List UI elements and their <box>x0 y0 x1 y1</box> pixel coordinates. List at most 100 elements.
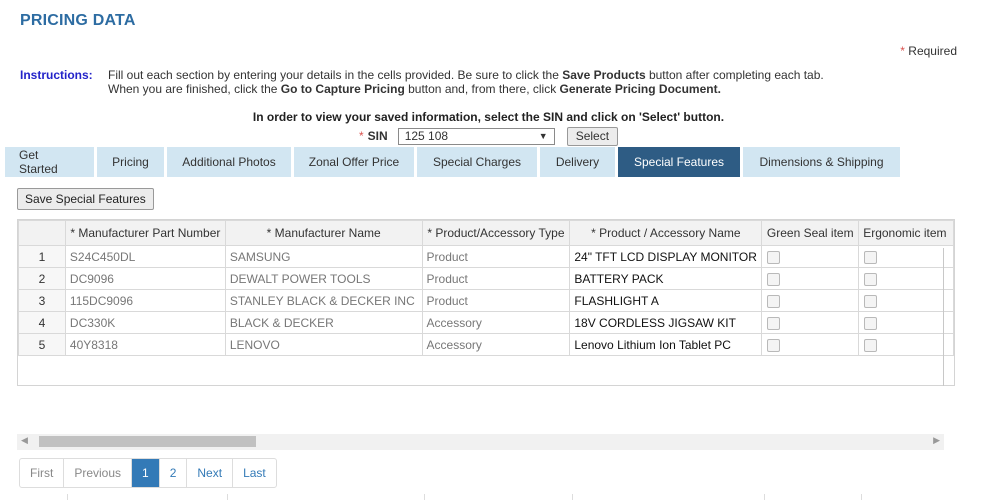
horizontal-scrollbar[interactable]: ◀ ▶ <box>17 434 944 450</box>
green-seal-cell <box>761 245 860 268</box>
sin-note: In order to view your saved information,… <box>252 110 725 124</box>
chevron-down-icon: ▼ <box>538 131 548 141</box>
column-header-product-name[interactable]: * Product / Accessory Name <box>569 220 763 246</box>
tab-zonal-offer-price[interactable]: Zonal Offer Price <box>294 147 414 177</box>
tab-pricing[interactable]: Pricing <box>97 147 164 177</box>
features-table: * Manufacturer Part Number * Manufacture… <box>18 220 954 356</box>
pagination-page-2[interactable]: 2 <box>160 459 188 487</box>
manufacturer-cell: BLACK & DECKER <box>224 311 423 334</box>
ergonomic-cell <box>858 289 954 312</box>
part-number-cell: 40Y8318 <box>64 333 226 356</box>
ergonomic-cell <box>858 267 954 290</box>
green-seal-checkbox[interactable] <box>767 294 781 308</box>
instructions-text-part: When you are finished, click the <box>108 82 281 96</box>
table-header-row: * Manufacturer Part Number * Manufacture… <box>18 220 954 246</box>
table-row: 4 DC330K BLACK & DECKER Accessory 18V CO… <box>18 311 954 334</box>
pagination-first[interactable]: First <box>20 459 65 487</box>
table-row: 1 S24C450DL SAMSUNG Product 24" TFT LCD … <box>18 245 954 268</box>
divider <box>861 494 862 500</box>
pagination-previous[interactable]: Previous <box>64 459 133 487</box>
column-header-ergonomic[interactable]: Ergonomic item <box>858 220 954 246</box>
type-cell: Accessory <box>421 333 571 356</box>
column-header-type[interactable]: * Product/Accessory Type <box>421 220 571 246</box>
ergonomic-checkbox[interactable] <box>864 338 878 352</box>
pagination-page-1[interactable]: 1 <box>132 459 160 487</box>
tab-additional-photos[interactable]: Additional Photos <box>167 147 291 177</box>
type-cell: Product <box>421 289 571 312</box>
pagination-next[interactable]: Next <box>187 459 234 487</box>
green-seal-cell <box>761 289 860 312</box>
tab-get-started[interactable]: Get Started <box>5 147 94 177</box>
column-header-green-seal[interactable]: Green Seal item <box>761 220 860 246</box>
tab-special-features[interactable]: Special Features <box>618 147 740 177</box>
ergonomic-cell <box>858 245 954 268</box>
pagination: First Previous 1 2 Next Last <box>19 458 277 488</box>
instructions-line-2: When you are finished, click the Go to C… <box>108 82 968 96</box>
row-number: 5 <box>18 333 66 356</box>
type-cell: Product <box>421 245 571 268</box>
product-name-cell: Lenovo Lithium Ion Tablet PC <box>569 333 763 356</box>
ergonomic-checkbox[interactable] <box>864 272 878 286</box>
divider <box>227 494 228 500</box>
green-seal-cell <box>761 267 860 290</box>
scroll-left-icon[interactable]: ◀ <box>21 435 28 446</box>
product-name-cell: 18V CORDLESS JIGSAW KIT <box>569 311 763 334</box>
select-button[interactable]: Select <box>566 126 619 146</box>
product-name-cell: BATTERY PACK <box>569 267 763 290</box>
table-row: 2 DC9096 DEWALT POWER TOOLS Product BATT… <box>18 267 954 290</box>
scrollbar-thumb[interactable] <box>39 436 256 447</box>
divider <box>572 494 573 500</box>
row-number: 1 <box>18 245 66 268</box>
grid-vertical-scrollbar[interactable] <box>943 248 944 386</box>
special-features-grid: * Manufacturer Part Number * Manufacture… <box>17 219 955 386</box>
green-seal-checkbox[interactable] <box>767 272 781 286</box>
instructions-text-part: Fill out each section by entering your d… <box>108 68 563 82</box>
ergonomic-checkbox[interactable] <box>864 316 878 330</box>
instructions-text-part: button after completing each tab. <box>645 68 824 82</box>
green-seal-cell <box>761 311 860 334</box>
instructions-text-part: button and, from there, click <box>404 82 560 96</box>
ergonomic-checkbox[interactable] <box>864 250 878 264</box>
ergonomic-checkbox[interactable] <box>864 294 878 308</box>
ergonomic-cell <box>858 311 954 334</box>
column-header-part-number[interactable]: * Manufacturer Part Number <box>64 220 226 246</box>
tab-special-charges[interactable]: Special Charges <box>417 147 537 177</box>
required-star: * <box>900 44 905 58</box>
row-number: 3 <box>18 289 66 312</box>
part-number-cell: 115DC9096 <box>64 289 226 312</box>
instructions-emphasis-generate: Generate Pricing Document. <box>559 82 721 96</box>
part-number-cell: DC330K <box>64 311 226 334</box>
green-seal-checkbox[interactable] <box>767 316 781 330</box>
save-special-features-button[interactable]: Save Special Features <box>17 188 154 210</box>
divider <box>67 494 68 500</box>
green-seal-checkbox[interactable] <box>767 338 781 352</box>
manufacturer-cell: STANLEY BLACK & DECKER INC <box>224 289 423 312</box>
page-title: PRICING DATA <box>20 12 136 29</box>
pagination-last[interactable]: Last <box>233 459 276 487</box>
section-tabs: Get Started Pricing Additional Photos Zo… <box>5 147 903 177</box>
table-row: 3 115DC9096 STANLEY BLACK & DECKER INC P… <box>18 289 954 312</box>
type-cell: Accessory <box>421 311 571 334</box>
next-grid-edge <box>17 494 955 500</box>
product-name-cell: FLASHLIGHT A <box>569 289 763 312</box>
row-number: 4 <box>18 311 66 334</box>
product-name-cell: 24" TFT LCD DISPLAY MONITOR <box>569 245 763 268</box>
sin-dropdown[interactable]: 125 108 ▼ <box>397 127 555 145</box>
column-header-row-number <box>18 220 66 246</box>
green-seal-cell <box>761 333 860 356</box>
tab-delivery[interactable]: Delivery <box>540 147 615 177</box>
tab-dimensions-shipping[interactable]: Dimensions & Shipping <box>743 147 900 177</box>
green-seal-checkbox[interactable] <box>767 250 781 264</box>
part-number-cell: DC9096 <box>64 267 226 290</box>
sin-selector-row: * SIN 125 108 ▼ Select <box>359 126 619 146</box>
scroll-right-icon[interactable]: ▶ <box>933 435 940 446</box>
type-cell: Product <box>421 267 571 290</box>
divider <box>424 494 425 500</box>
manufacturer-cell: SAMSUNG <box>224 245 423 268</box>
required-legend: * Required <box>900 44 957 58</box>
table-row: 5 40Y8318 LENOVO Accessory Lenovo Lithiu… <box>18 333 954 356</box>
sin-required-star: * <box>359 129 364 143</box>
divider <box>764 494 765 500</box>
column-header-manufacturer-name[interactable]: * Manufacturer Name <box>224 220 423 246</box>
instructions-emphasis-save-products: Save Products <box>562 68 646 82</box>
